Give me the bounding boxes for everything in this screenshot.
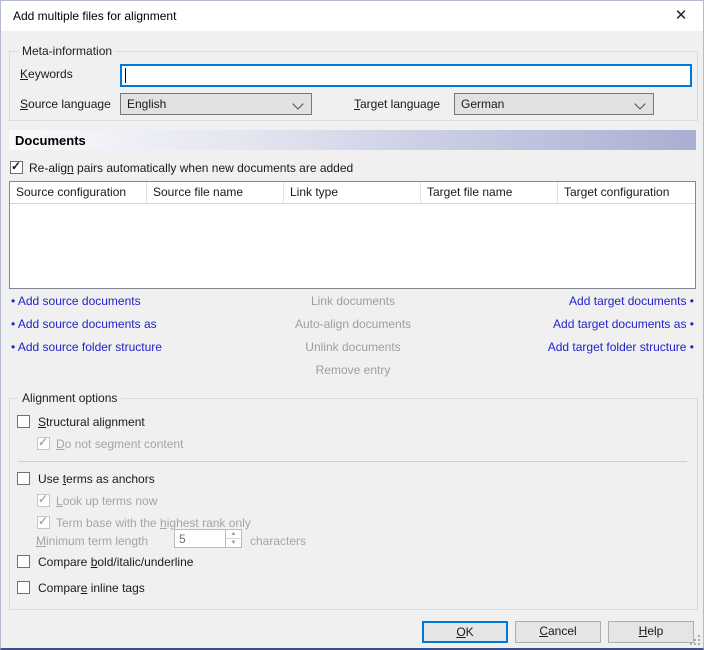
column-header-target-file-name[interactable]: Target file name (421, 182, 558, 203)
term-base-highest-rank-checkbox: ✓ (37, 516, 50, 529)
ok-button[interactable]: OK (422, 621, 508, 643)
check-icon: ✓ (38, 435, 48, 449)
do-not-segment-checkbox: ✓ (37, 437, 50, 450)
check-icon: ✓ (11, 159, 21, 173)
check-icon: ✓ (38, 514, 48, 528)
title-bar: Add multiple files for alignment ✕ (1, 1, 703, 31)
target-language-select[interactable]: German (454, 93, 654, 115)
close-button[interactable]: ✕ (665, 4, 697, 28)
realign-checkbox[interactable]: ✓ (10, 161, 23, 174)
documents-header-text: Documents (15, 133, 86, 148)
chevron-down-icon (292, 98, 303, 109)
bullet-icon: • (690, 294, 694, 308)
table-header-row: Source configuration Source file name Li… (10, 182, 695, 204)
source-language-label: Source language (20, 97, 111, 112)
check-icon: ✓ (38, 492, 48, 506)
documents-table: Source configuration Source file name Li… (9, 181, 696, 289)
table-body-empty (10, 204, 695, 289)
use-terms-as-anchors-checkbox[interactable]: ✓ (17, 472, 30, 485)
target-language-label: Target language (354, 97, 440, 112)
minimum-term-length-spinner: 5 ▲ ▼ (174, 529, 242, 548)
structural-alignment-checkbox[interactable]: ✓ (17, 415, 30, 428)
close-icon: ✕ (675, 7, 688, 24)
do-not-segment-label: Do not segment content (56, 437, 183, 452)
link-label: Add target folder structure (548, 340, 687, 354)
source-language-value: English (127, 97, 166, 112)
alignment-options-group: Alignment options ✓ Structural alignment… (9, 398, 698, 610)
look-up-terms-now-label: Look up terms now (56, 494, 157, 509)
bullet-icon: • (690, 317, 694, 331)
cancel-button[interactable]: Cancel (515, 621, 601, 643)
use-terms-as-anchors-label: Use terms as anchors (38, 472, 155, 487)
structural-alignment-label: Structural alignment (38, 415, 145, 430)
bullet-icon: • (690, 340, 694, 354)
spin-up-icon: ▲ (226, 530, 241, 538)
spinner-buttons: ▲ ▼ (225, 530, 241, 547)
chevron-down-icon (634, 98, 645, 109)
alignment-options-label: Alignment options (18, 391, 121, 406)
spin-down-icon: ▼ (226, 538, 241, 547)
link-label: Add target documents (569, 294, 686, 308)
target-language-value: German (461, 97, 504, 112)
meta-group-label: Meta-information (18, 44, 116, 59)
remove-entry-action: Remove entry (1, 363, 704, 378)
meta-information-group: Meta-information Keywords Source languag… (9, 51, 698, 121)
documents-section-header: Documents (9, 130, 696, 150)
spinner-value: 5 (179, 532, 186, 546)
text-caret (125, 68, 126, 83)
add-multiple-files-dialog: Add multiple files for alignment ✕ Meta-… (0, 0, 704, 650)
compare-inline-tags-label: Compare inline tags (38, 581, 145, 596)
column-header-source-file-name[interactable]: Source file name (147, 182, 284, 203)
add-target-documents-link[interactable]: Add target documents • (569, 294, 694, 309)
dialog-title: Add multiple files for alignment (13, 9, 176, 23)
separator (18, 461, 687, 462)
minimum-term-length-label: Minimum term length (36, 534, 148, 549)
column-header-target-configuration[interactable]: Target configuration (558, 182, 695, 203)
compare-bold-italic-underline-checkbox[interactable]: ✓ (17, 555, 30, 568)
source-language-select[interactable]: English (120, 93, 312, 115)
compare-inline-tags-checkbox[interactable]: ✓ (17, 581, 30, 594)
help-button[interactable]: Help (608, 621, 694, 643)
realign-label: Re-align pairs automatically when new do… (29, 161, 353, 176)
keywords-label: Keywords (20, 67, 73, 82)
compare-bold-italic-underline-label: Compare bold/italic/underline (38, 555, 193, 570)
column-header-source-configuration[interactable]: Source configuration (10, 182, 147, 203)
characters-label: characters (250, 534, 306, 549)
resize-grip[interactable] (690, 635, 701, 646)
keywords-input[interactable] (120, 64, 692, 87)
add-target-folder-structure-link[interactable]: Add target folder structure • (548, 340, 694, 355)
link-label: Add target documents as (553, 317, 686, 331)
look-up-terms-now-checkbox: ✓ (37, 494, 50, 507)
column-header-link-type[interactable]: Link type (284, 182, 421, 203)
add-target-documents-as-link[interactable]: Add target documents as • (553, 317, 694, 332)
